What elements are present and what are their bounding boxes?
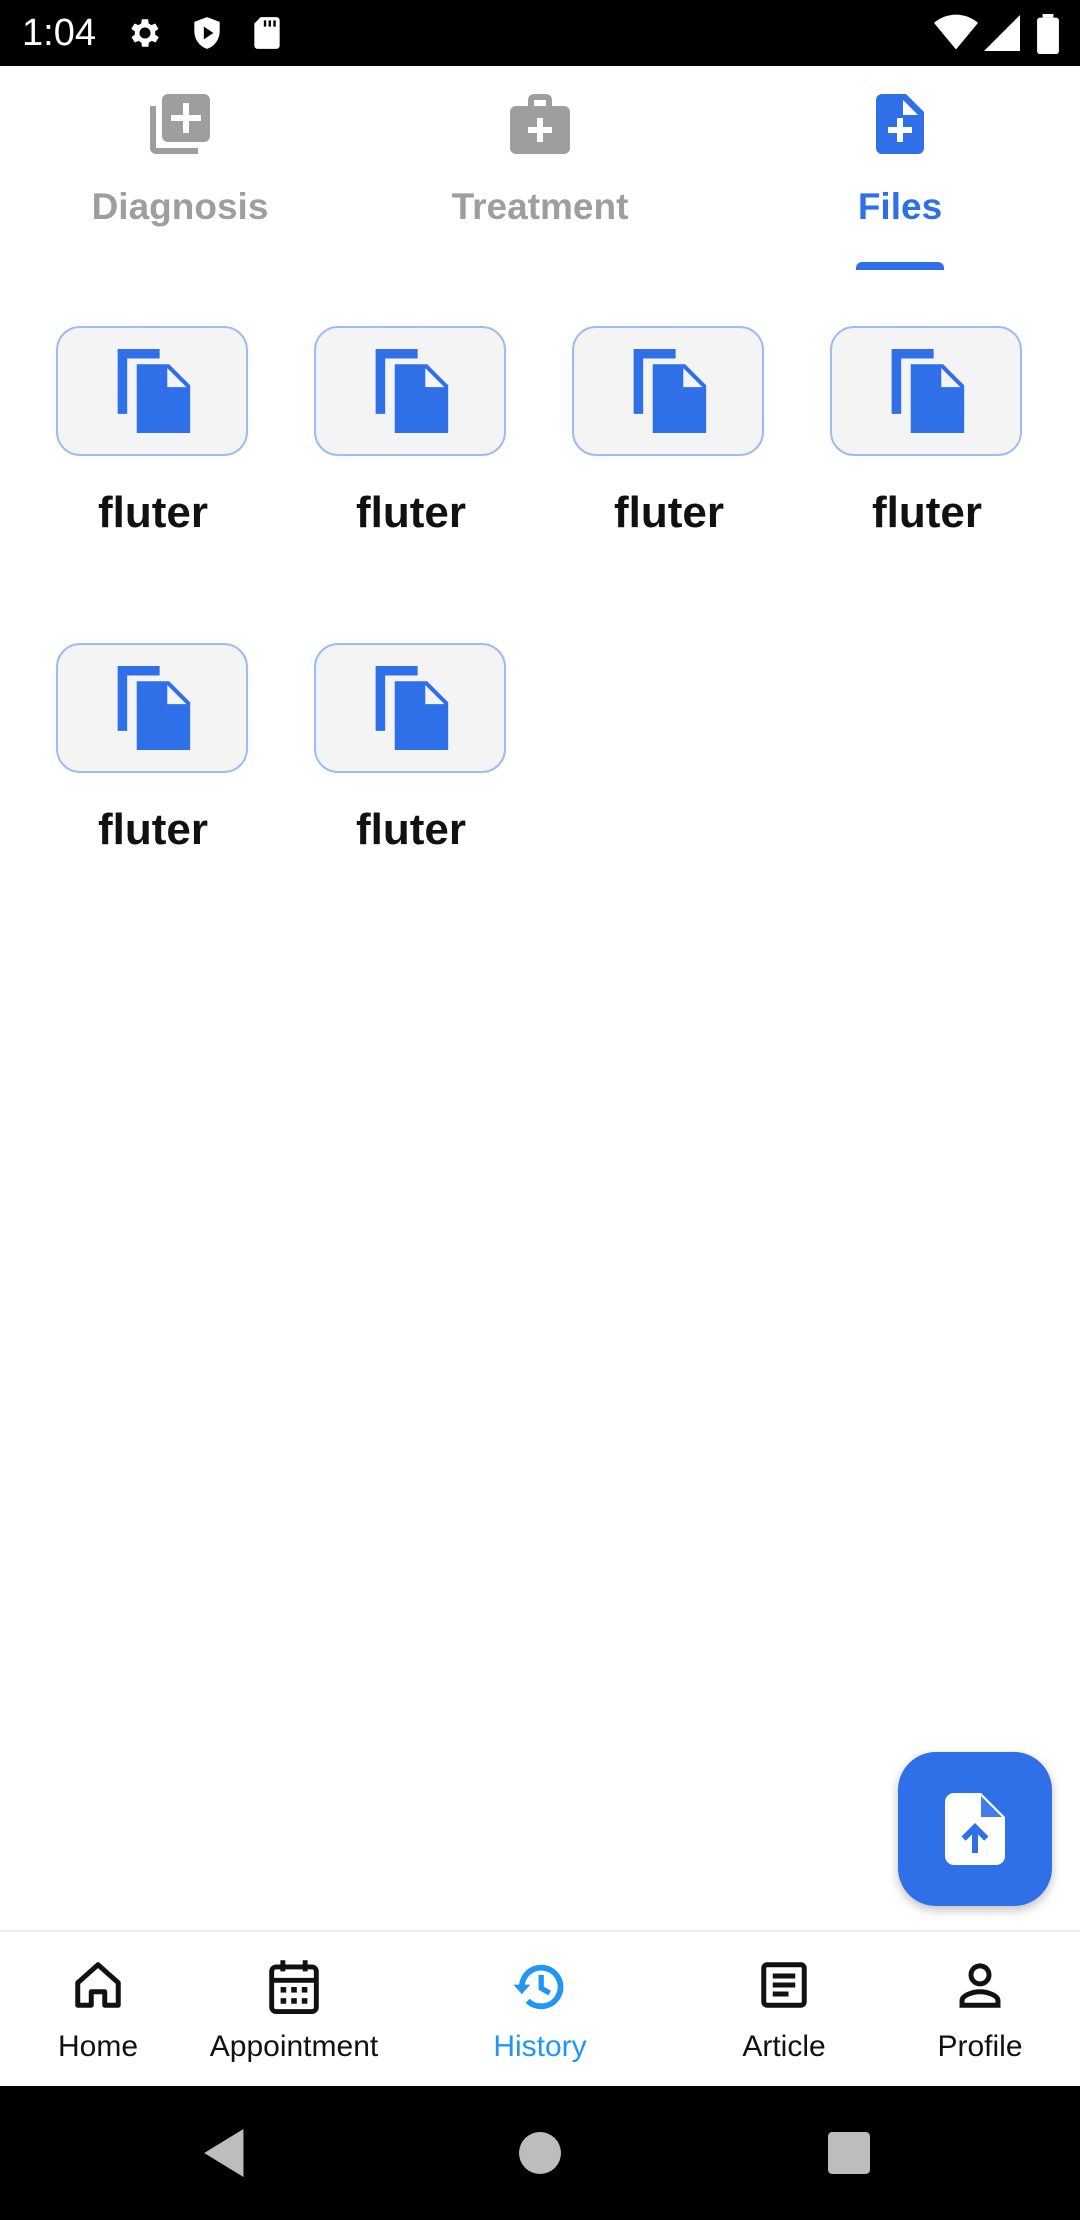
file-thumbnail[interactable] [830,326,1022,456]
nav-item-appointment[interactable]: Appointment [196,1932,392,2088]
nav-item-article[interactable]: Article [714,1932,854,2088]
file-copy-icon [633,349,707,433]
file-copy-icon [117,666,191,750]
tab-label: Treatment [451,186,629,227]
file-name: fluter [98,488,208,537]
sd-card-icon [254,17,280,49]
shield-icon [194,17,220,49]
nav-label: Home [57,2030,139,2063]
recents-icon[interactable] [828,2132,870,2174]
home-circle-icon[interactable] [519,2132,561,2174]
file-item[interactable]: fluter [306,643,556,873]
article-icon [761,1962,807,2008]
nav-item-history[interactable]: History [460,1932,620,2088]
file-item[interactable]: fluter [48,326,298,556]
history-icon [513,1964,564,2010]
tab-files[interactable]: Files [720,66,1080,272]
back-icon[interactable] [204,2129,248,2177]
upload-file-button[interactable] [898,1752,1052,1906]
file-name: fluter [356,488,466,537]
file-thumbnail[interactable] [314,326,506,456]
calendar-icon [269,1960,319,2014]
upload-file-icon [945,1793,1005,1865]
file-name: fluter [356,805,466,854]
status-time: 1:04 [22,12,96,54]
file-name: fluter [98,805,208,854]
file-name: fluter [872,488,982,537]
file-copy-icon [375,666,449,750]
nav-label: History [493,2030,587,2063]
file-item[interactable]: fluter [306,326,556,556]
settings-icon [131,19,159,47]
battery-icon [1037,14,1059,54]
wifi-icon [934,14,978,50]
nav-label: Appointment [209,2030,379,2063]
file-thumbnail[interactable] [56,643,248,773]
add-to-photos-icon [150,94,210,154]
bottom-navigation: Home Appointment History Article Profile [0,1930,1080,2088]
tab-label: Files [857,186,943,227]
file-name: fluter [614,488,724,537]
file-thumbnail[interactable] [572,326,764,456]
person-icon [959,1963,1001,2008]
medical-kit-icon [510,94,570,154]
file-item[interactable]: fluter [822,326,1072,556]
file-copy-icon [375,349,449,433]
nav-label: Article [742,2030,826,2063]
active-tab-indicator [856,262,944,270]
nav-label: Profile [937,2030,1023,2063]
home-icon [75,1962,121,2008]
status-bar: 1:04 [0,0,1080,66]
signal-icon [984,15,1020,51]
file-item[interactable]: fluter [564,326,814,556]
tab-treatment[interactable]: Treatment [360,66,720,272]
nav-item-home[interactable]: Home [28,1932,168,2088]
file-copy-icon [117,349,191,433]
tab-label: Diagnosis [91,186,269,227]
file-copy-icon [891,349,965,433]
system-navigation-bar [0,2086,1080,2220]
file-plus-icon [876,94,924,154]
nav-item-profile[interactable]: Profile [910,1932,1050,2088]
history-tabs: Diagnosis Treatment Files [0,66,1080,272]
tab-diagnosis[interactable]: Diagnosis [0,66,360,272]
file-thumbnail[interactable] [56,326,248,456]
file-thumbnail[interactable] [314,643,506,773]
file-item[interactable]: fluter [48,643,298,873]
